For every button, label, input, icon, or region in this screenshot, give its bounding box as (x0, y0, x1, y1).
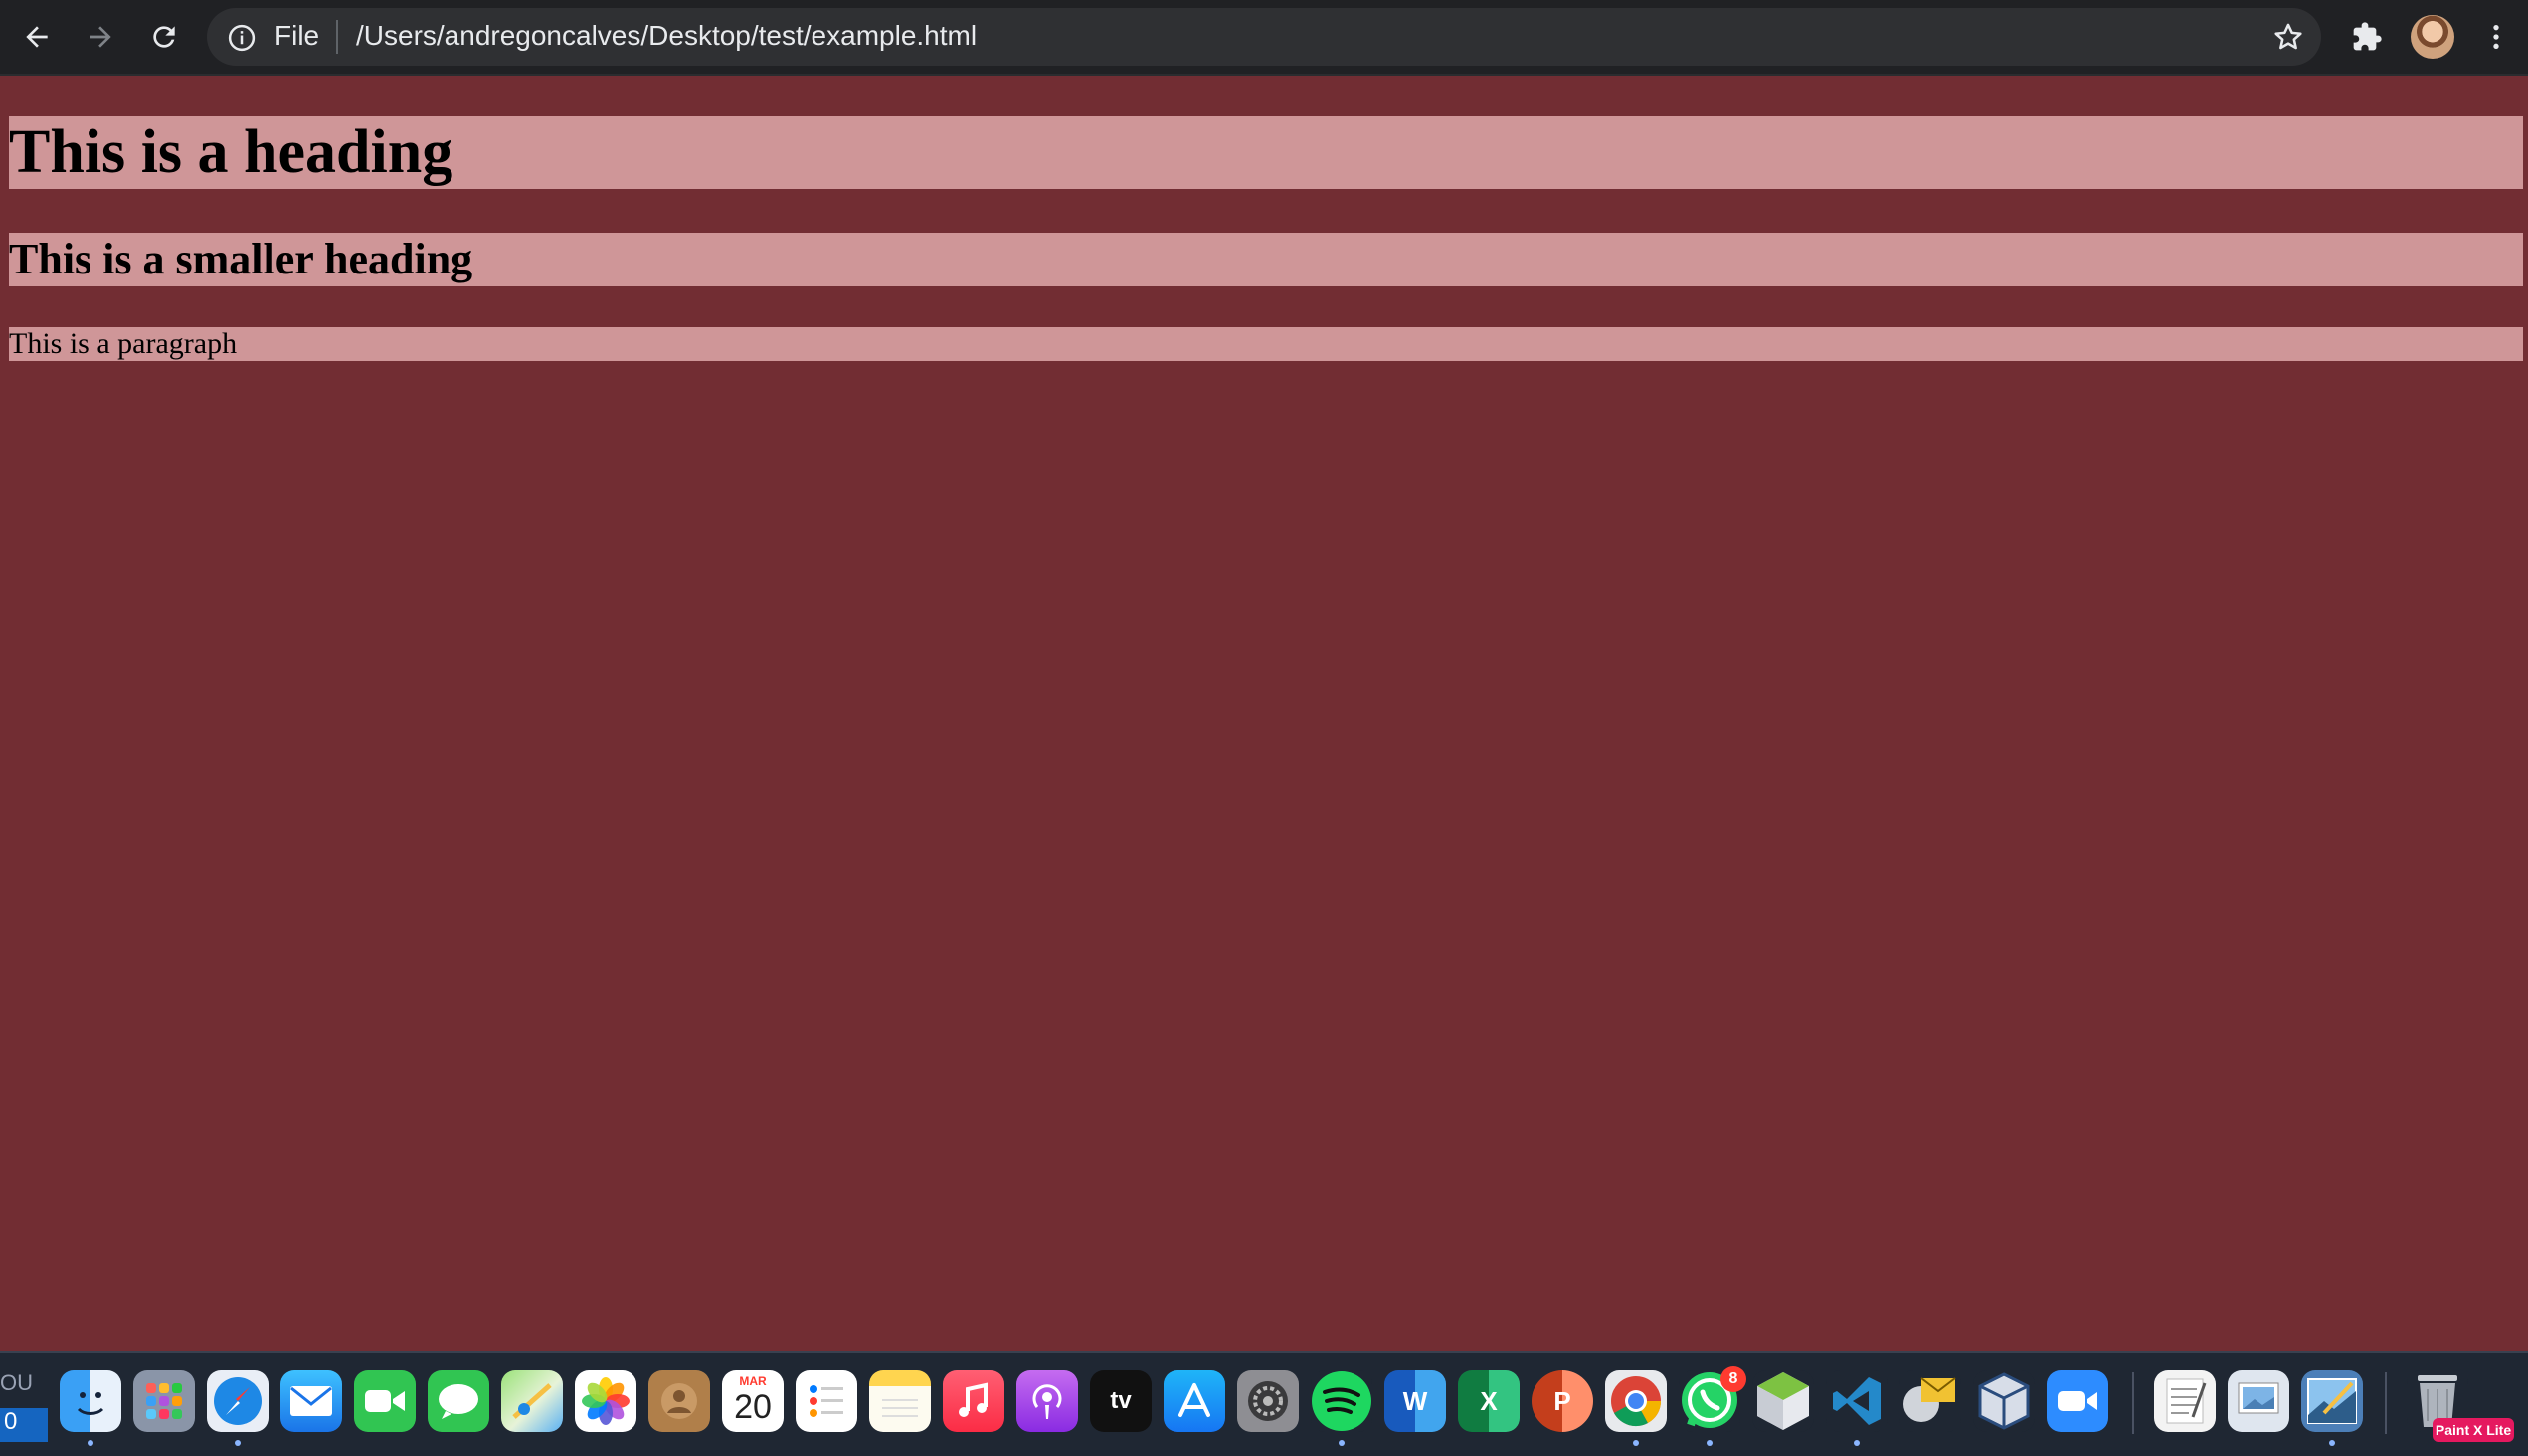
preview-icon[interactable] (2228, 1370, 2289, 1432)
page-heading: This is a heading (9, 116, 2523, 189)
dock-separator (2385, 1372, 2387, 1434)
browser-toolbar: File /Users/andregoncalves/Desktop/test/… (0, 0, 2528, 76)
chrome-icon[interactable] (1605, 1370, 1667, 1432)
photos-icon[interactable] (575, 1370, 636, 1432)
puzzle-icon (2353, 22, 2382, 51)
word-letter: W (1402, 1385, 1428, 1416)
maps-icon[interactable] (501, 1370, 563, 1432)
virtualbox-icon[interactable] (1973, 1370, 2035, 1432)
dock-separator (2132, 1372, 2134, 1434)
app-store-icon[interactable] (1164, 1370, 1225, 1432)
side-widget-count: 0 (0, 1408, 48, 1442)
app-icon[interactable] (1899, 1370, 1961, 1432)
vscode-icon[interactable] (1826, 1370, 1888, 1432)
paint-x-icon[interactable] (2301, 1370, 2363, 1432)
messages-icon[interactable] (428, 1370, 489, 1432)
dock-side-widget: OU 0 (0, 1363, 50, 1446)
apple-tv-label: tv (1110, 1387, 1132, 1414)
powerpoint-letter: P (1553, 1385, 1571, 1416)
reminders-icon[interactable] (796, 1370, 857, 1432)
reload-button[interactable] (140, 13, 188, 61)
whatsapp-icon[interactable]: 8 (1679, 1366, 1746, 1432)
profile-avatar[interactable] (2411, 15, 2454, 59)
finder-icon[interactable] (60, 1370, 121, 1432)
reload-icon (153, 26, 175, 48)
kebab-menu-icon (2493, 25, 2499, 49)
contacts-icon[interactable] (648, 1370, 710, 1432)
apple-tv-icon[interactable]: tv (1090, 1370, 1152, 1432)
dock: OU 0 MAR 20 tv W X P 8 (0, 1351, 2528, 1456)
paint-x-lite-tag: Paint X Lite (2433, 1418, 2514, 1442)
file-scheme-label: File (274, 20, 320, 51)
menu-button[interactable] (2472, 13, 2520, 61)
system-preferences-icon[interactable] (1237, 1370, 1299, 1432)
music-icon[interactable] (943, 1370, 1004, 1432)
omnibox-divider (336, 20, 338, 54)
textedit-icon[interactable] (2154, 1370, 2216, 1432)
arrow-right-icon (90, 26, 111, 48)
calendar-day: 20 (734, 1388, 772, 1426)
powerpoint-icon[interactable]: P (1532, 1370, 1593, 1432)
back-button[interactable] (13, 13, 61, 61)
arrow-left-icon (26, 26, 48, 48)
notes-icon[interactable] (869, 1370, 931, 1432)
notification-badge: 8 (1720, 1366, 1746, 1392)
forward-button[interactable] (77, 13, 124, 61)
calendar-month: MAR (739, 1374, 767, 1388)
page-subheading: This is a smaller heading (9, 233, 2523, 286)
address-bar[interactable]: File /Users/andregoncalves/Desktop/test/… (207, 8, 2321, 66)
excel-letter: X (1480, 1385, 1498, 1416)
extensions-button[interactable] (2343, 13, 2391, 61)
excel-icon[interactable]: X (1458, 1370, 1520, 1432)
podcasts-icon[interactable] (1016, 1370, 1078, 1432)
bookmark-star-icon[interactable] (2271, 20, 2305, 54)
launchpad-icon[interactable] (133, 1370, 195, 1432)
word-icon[interactable]: W (1384, 1370, 1446, 1432)
url-text[interactable]: /Users/andregoncalves/Desktop/test/examp… (356, 20, 977, 52)
mail-icon[interactable] (280, 1370, 342, 1432)
sketchup-icon[interactable] (1752, 1370, 1814, 1432)
page-paragraph: This is a paragraph (9, 327, 2523, 361)
calendar-icon[interactable]: MAR 20 (722, 1370, 784, 1432)
safari-icon[interactable] (207, 1370, 269, 1432)
side-widget-label: OU (0, 1370, 33, 1395)
zoom-icon[interactable] (2047, 1370, 2108, 1432)
spotify-icon[interactable] (1311, 1370, 1372, 1432)
info-icon[interactable] (227, 23, 257, 53)
facetime-icon[interactable] (354, 1370, 416, 1432)
